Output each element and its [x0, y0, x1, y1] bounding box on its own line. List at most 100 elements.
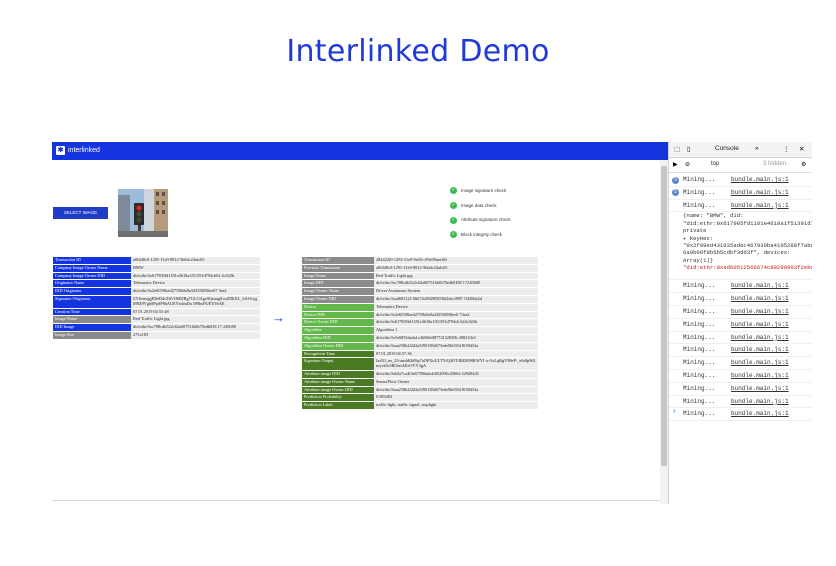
web-app: ✱ interlinked SELECT IMAGE ✓ Image signa…: [52, 142, 668, 504]
log-message: Mining...: [683, 371, 716, 379]
log-message: Mining...: [683, 359, 716, 367]
table-row: Recognition Time 07.01.2019 04:57:36: [302, 350, 538, 359]
field-value: 0.983483: [374, 393, 538, 403]
page-scrollbar[interactable]: [660, 160, 668, 504]
field-label: Image DID: [302, 279, 374, 289]
table-row: Company Image Owner Name BMW: [53, 264, 260, 273]
table-row: Transaction ID a0f4d8c0-1291-11e9-8812-5b…: [53, 257, 260, 265]
field-label: Prediction Probability: [302, 393, 374, 403]
field-value: did:ethr:0xaa258b2f2d2a5f901384673ede9b0…: [374, 386, 538, 395]
log-source-link[interactable]: bundle.main.js:1: [731, 306, 789, 318]
more-tabs-icon[interactable]: »: [755, 145, 759, 152]
field-label: DID Originator: [53, 287, 131, 296]
logged-object[interactable]: {name: "BMW", did: "did:ethr:0x617905fd1…: [669, 212, 812, 281]
log-message: Mining...: [683, 397, 716, 405]
field-value: BMW: [131, 264, 260, 273]
sidebar-toggle-icon[interactable]: ▶: [673, 161, 678, 168]
field-value: Telematics Device: [131, 279, 260, 289]
field-value: 275x183: [131, 331, 260, 340]
log-source-link[interactable]: bundle.main.js:1: [731, 293, 789, 305]
log-source-link[interactable]: bundle.main.js:1: [731, 187, 789, 199]
table-row: Image Owner Name Driver Assistance System: [302, 287, 538, 296]
table-row: Company Image Owner DID did:ethr:0x617905…: [53, 272, 260, 281]
field-label: Company Image Owner Name: [53, 264, 131, 273]
field-value: a0f4d8c0-1291-11e9-8812-5b6dc24afc65: [374, 264, 538, 273]
browser-screenshot: ✱ interlinked SELECT IMAGE ✓ Image signa…: [52, 142, 812, 504]
field-label: Algorithm DID: [302, 334, 374, 343]
field-label: Prediction Label: [302, 401, 374, 410]
field-label: Image Owner DID: [302, 295, 374, 304]
log-source-link[interactable]: bundle.main.js:1: [731, 408, 789, 420]
traffic-light-photo: [118, 189, 168, 237]
logo-icon: ✱: [56, 146, 65, 155]
table-row: Algorithm DID did:ethr:0x5e68354ada1c4656…: [302, 334, 538, 343]
field-label: Signature Originator: [53, 295, 131, 309]
log-source-link[interactable]: bundle.main.js:1: [731, 383, 789, 395]
field-value: did:ethr:0x2e6f598ae42759b0a9a3435f0f8ff…: [374, 311, 538, 320]
field-label: Creation Time: [53, 308, 131, 317]
right-arrow-icon: →: [272, 310, 285, 325]
gear-icon[interactable]: ⚙: [801, 161, 806, 168]
check-circle-icon: ✓: [450, 231, 457, 239]
console-line: Mining... bundle.main.js:1: [669, 332, 812, 345]
field-value: did:ethr:0xc788cdb522c62a607516fdb70edb8…: [374, 279, 538, 289]
log-message: Mining...: [683, 176, 716, 183]
context-select[interactable]: top: [711, 161, 719, 167]
field-label: Image Name: [302, 272, 374, 281]
field-value: ZYbvmqgjB0eD4cZhVO6RJRg7GLOAgo9fjeuug8 m…: [131, 295, 260, 309]
check-circle-icon: ✓: [450, 216, 457, 224]
device-toggle-icon[interactable]: ▯: [687, 145, 691, 153]
field-value: lxsNJ_nx_23-ansbKh09p7aOFXuULTYtQ4OT4842…: [374, 357, 538, 371]
inspect-icon[interactable]: ⬚: [674, 145, 680, 153]
table-row: DID Image did:ethr:0xc788cdb522c62a607516…: [53, 323, 260, 332]
page-title: Interlinked Demo: [286, 34, 550, 69]
navbar: ✱ interlinked: [52, 142, 668, 160]
table-row: Signature Output lxsNJ_nx_23-ansbKh09p7aO…: [302, 357, 538, 371]
check-item: ✓ Image data check: [450, 201, 497, 209]
log-source-link[interactable]: bundle.main.js:1: [731, 396, 789, 408]
log-source-link[interactable]: bundle.main.js:1: [731, 344, 789, 356]
brand-name: interlinked: [68, 147, 100, 154]
field-value: traffic light, traffic signal, stoplight: [374, 401, 538, 410]
field-value: did:ethr:0xb5a7ca4f3e67598ade4df52096c25…: [374, 370, 538, 379]
console-line: Mining... bundle.main.js:1: [669, 293, 812, 306]
object-line: ▸ KeyHex: "0x2f09ed431035adec467930ba419…: [683, 234, 812, 264]
hidden-count: 3 hidden: [763, 161, 787, 167]
log-source-link[interactable]: bundle.main.js:1: [731, 174, 789, 186]
console-line: 5 Mining... bundle.main.js:1: [669, 187, 812, 200]
field-value: Driver Assistance System: [374, 287, 538, 296]
field-value: did:ethr:0xad605125 66674c802909036f2ebc…: [374, 295, 538, 304]
console-prompt[interactable]: ›: [673, 406, 676, 415]
close-icon[interactable]: ✕: [799, 145, 804, 153]
log-source-link[interactable]: bundle.main.js:1: [731, 370, 789, 382]
table-row: Creation Time 07.01.2019 04:55:48: [53, 308, 260, 317]
field-value: did:ethr:0x5e68354ada1c46566df8774132830…: [374, 334, 538, 343]
tab-console[interactable]: Console: [715, 145, 739, 152]
field-label: Transaction ID: [53, 257, 131, 265]
field-value: 07.01.2019 04:55:48: [131, 308, 260, 317]
field-label: Image Owner Name: [302, 287, 374, 296]
kebab-menu-icon[interactable]: ⋮: [783, 145, 790, 153]
table-row: Device DID did:ethr:0x2e6f598ae42759b0a9a…: [302, 311, 538, 320]
field-label: DID Image: [53, 323, 131, 332]
log-source-link[interactable]: bundle.main.js:1: [731, 357, 789, 369]
table-row: Originator Name Telematics Device: [53, 279, 260, 289]
scrollbar-thumb[interactable]: [661, 166, 667, 466]
console-line: Mining... bundle.main.js:1: [669, 357, 812, 370]
field-value: Red Traffic Light.jpg: [131, 315, 260, 325]
clear-console-icon[interactable]: ⊘: [685, 161, 690, 168]
field-value: did:ethr:0xc788cdb522c62a607516fdb70edb8…: [131, 323, 260, 332]
table-row: Prediction Probability 0.983483: [302, 393, 538, 403]
check-circle-icon: ✓: [450, 201, 457, 209]
originator-table: Transaction ID a0f4d8c0-1291-11e9-8812-5b…: [53, 257, 260, 340]
log-source-link[interactable]: bundle.main.js:1: [731, 319, 789, 331]
field-value: 07.01.2019 04:57:36: [374, 350, 538, 359]
select-image-button[interactable]: SELECT IMAGE: [53, 207, 108, 219]
log-source-link[interactable]: bundle.main.js:1: [731, 280, 789, 292]
log-source-link[interactable]: bundle.main.js:1: [731, 332, 789, 344]
field-label: Algorithm: [302, 326, 374, 335]
field-label: Algorithm Owner DID: [302, 342, 374, 351]
log-source-link[interactable]: bundle.main.js:1: [731, 200, 789, 212]
table-row: Algorithm Owner DID did:ethr:0xaa258b2f2d…: [302, 342, 538, 351]
log-message: Mining...: [683, 384, 716, 392]
